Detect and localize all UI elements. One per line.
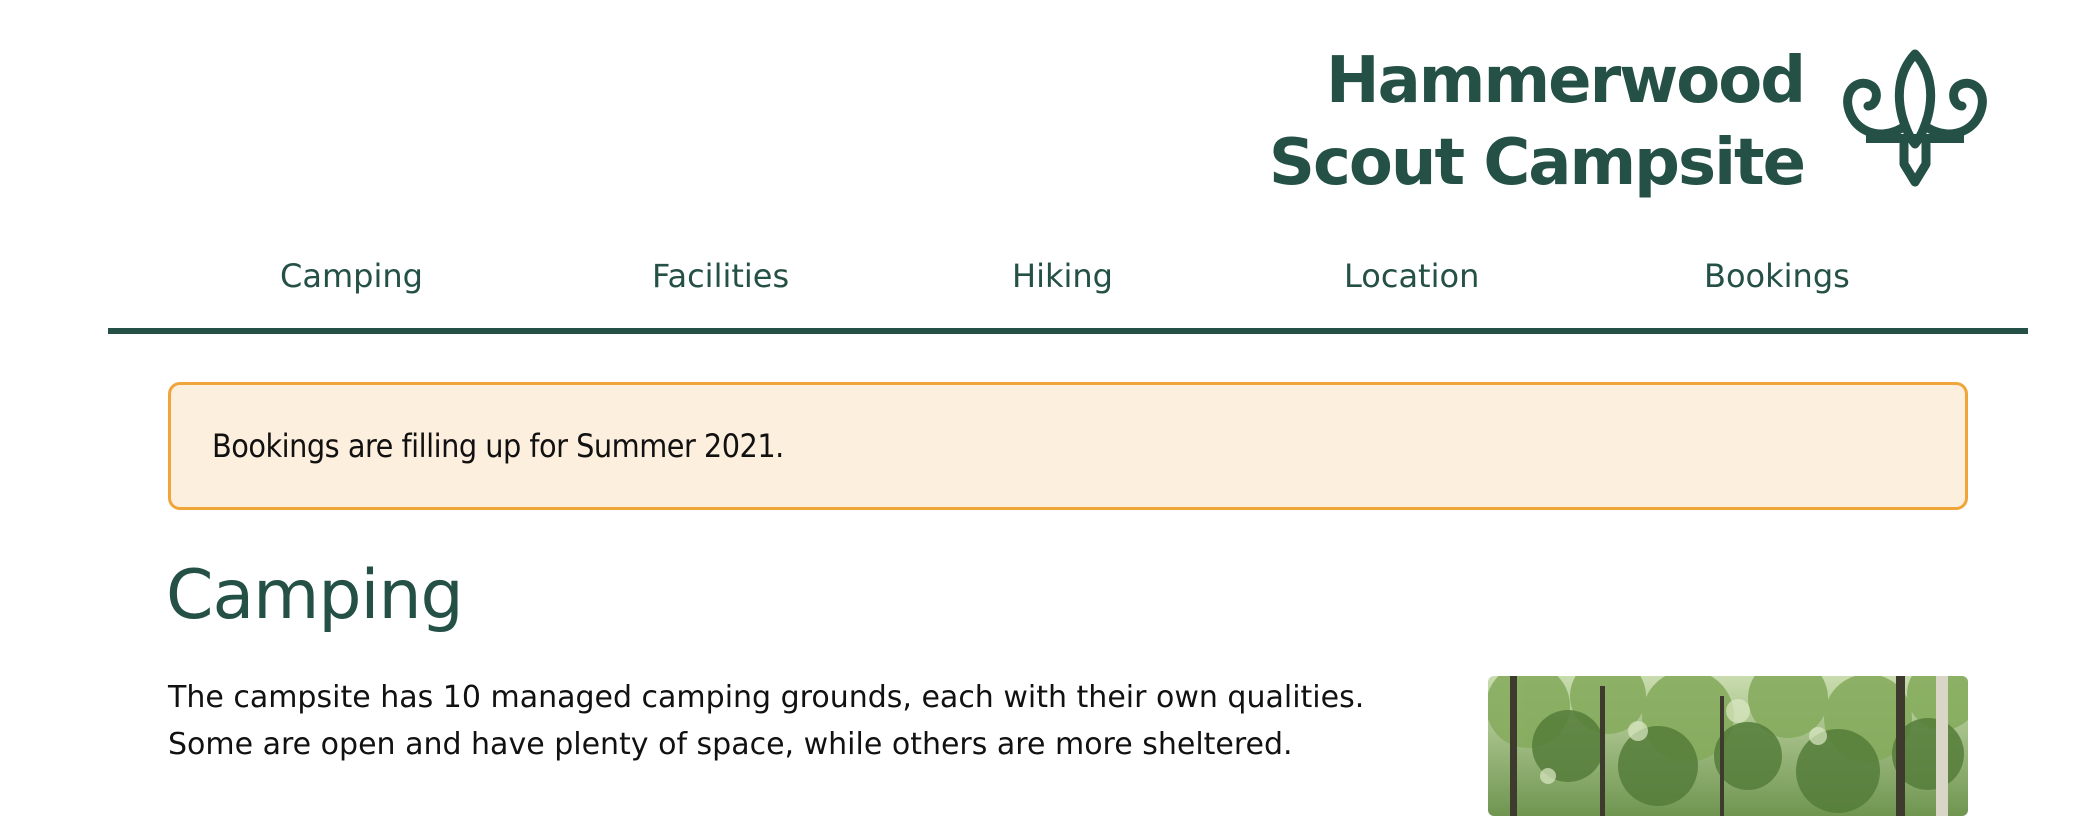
forest-image [1488,676,1968,816]
site-brand[interactable]: Hammerwood Scout Campsite [1269,40,1992,204]
site-title-line1: Hammerwood [1326,44,1806,118]
scout-fleur-de-lis-icon [1843,49,1987,187]
intro-paragraph: The campsite has 10 managed camping grou… [168,674,1468,768]
main-navigation: Camping Facilities Hiking Location Booki… [108,248,2028,334]
page-title: Camping [166,556,464,635]
booking-notice: Bookings are filling up for Summer 2021. [168,382,1968,510]
nav-item-location[interactable]: Location [1344,248,1479,304]
site-title-line2: Scout Campsite [1268,126,1806,200]
nav-item-facilities[interactable]: Facilities [652,248,789,304]
intro-line-1: The campsite has 10 managed camping grou… [168,680,1365,715]
nav-item-bookings[interactable]: Bookings [1704,248,1850,304]
site-title[interactable]: Hammerwood Scout Campsite [1268,40,1806,204]
campsite-photo [1488,676,1968,816]
intro-line-2: Some are open and have plenty of space, … [168,727,1293,762]
nav-item-hiking[interactable]: Hiking [1012,248,1113,304]
nav-item-camping[interactable]: Camping [280,248,423,304]
booking-notice-text: Bookings are filling up for Summer 2021. [212,427,784,465]
